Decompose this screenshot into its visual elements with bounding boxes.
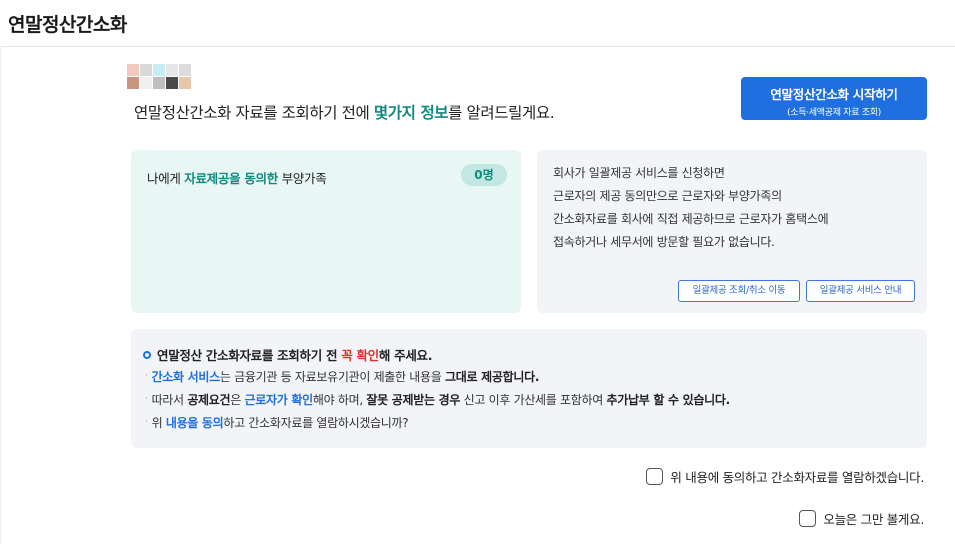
info-line: 근로자의 제공 동의만으로 근로자와 부양가족의 [553,189,782,203]
bulk-inquiry-cancel-button[interactable]: 일괄제공 조회/취소 이동 [678,280,800,302]
consented-dependents-panel: 나에게 자료제공을 동의한 부양가족 0명 [131,150,521,313]
info-line: 간소화자료를 회사에 직접 제공하므로 근로자가 홈택스에 [553,212,829,226]
agree-checkbox[interactable] [646,468,664,485]
agree-checkbox-label: 위 내용에 동의하고 간소화자료를 열람하겠습니다. [670,470,924,485]
page-title: 연말정산간소화 [8,14,127,36]
start-button-sublabel: (소득·세액공제 자료 조회) [787,108,881,118]
blurred-username [127,64,195,92]
start-button-label: 연말정산간소화 시작하기 [770,87,898,102]
left-border [0,46,1,544]
bulk-service-guide-button[interactable]: 일괄제공 서비스 안내 [806,280,915,302]
info-line: 회사가 일괄제공 서비스를 신청하면 [553,166,725,180]
dependents-count-badge: 0명 [461,164,507,186]
bulk-provision-info-panel: 회사가 일괄제공 서비스를 신청하면 근로자의 제공 동의만으로 근로자와 부양… [537,150,927,313]
notice-line: · 위 내용을 동의하고 간소화자료를 열람하시겠습니까? [145,416,409,430]
hide-today-checkbox-label: 오늘은 그만 볼게요. [823,512,924,527]
title-divider [0,46,955,47]
notice-line: · 간소화 서비스는 금융기관 등 자료보유기관이 제출한 내용을 그대로 제공합… [145,370,540,384]
info-line: 접속하거나 세무서에 방문할 필요가 없습니다. [553,235,775,249]
important-notice-panel: 연말정산 간소화자료를 조회하기 전 꼭 확인해 주세요. · 간소화 서비스는 … [131,329,927,448]
hide-today-checkbox[interactable] [799,510,817,527]
agree-checkbox-row[interactable]: 위 내용에 동의하고 간소화자료를 열람하겠습니다. [646,467,924,486]
circle-bullet-icon [143,351,151,359]
intro-text: 연말정산간소화 자료를 조회하기 전에 몇가지 정보를 알려드릴게요. [134,104,555,122]
hide-today-checkbox-row[interactable]: 오늘은 그만 볼게요. [799,509,924,528]
notice-heading: 연말정산 간소화자료를 조회하기 전 꼭 확인해 주세요. [143,345,432,364]
intro-highlight: 몇가지 정보 [373,104,449,122]
notice-line: · 따라서 공제요건은 근로자가 확인해야 하며, 잘못 공제받는 경우 신고 이… [145,393,730,407]
start-simplified-service-button[interactable]: 연말정산간소화 시작하기 (소득·세액공제 자료 조회) [741,77,927,120]
consented-dependents-label: 나에게 자료제공을 동의한 부양가족 [147,171,327,186]
